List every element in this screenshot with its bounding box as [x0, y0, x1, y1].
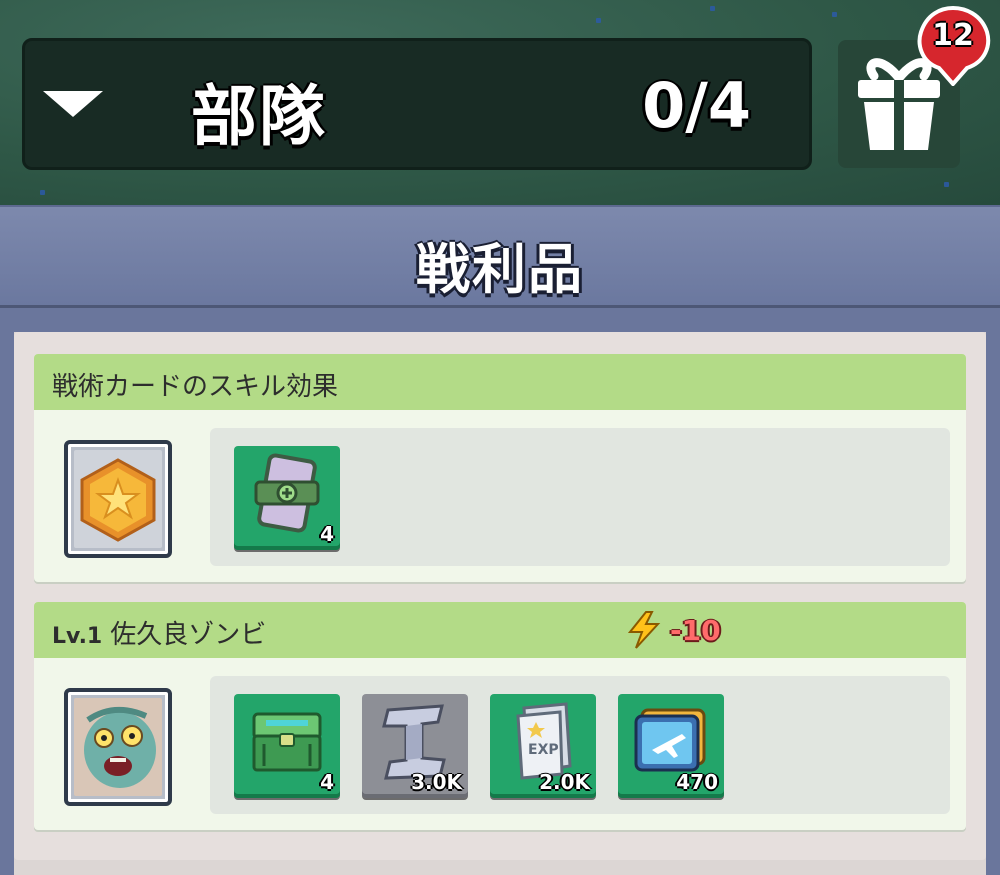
section-title: Lv.1 佐久良ゾンビ: [52, 614, 266, 651]
notification-badge: 12: [915, 4, 991, 88]
frame-left: [0, 310, 14, 875]
squad-count: 0/4: [642, 69, 751, 142]
tactic-card-icon: [254, 453, 320, 533]
tactic-card-section: 戦術カードのスキル効果 4: [34, 354, 966, 582]
section-header: Lv.1 佐久良ゾンビ -10: [34, 602, 966, 658]
item-count: 4: [320, 522, 334, 546]
level-label: Lv.1: [52, 624, 103, 649]
item-count: 2.0K: [539, 770, 590, 794]
frame-right: [986, 310, 1000, 875]
energy-cost: -10: [626, 610, 721, 650]
enemy-name: 佐久良ゾンビ: [110, 620, 267, 650]
triangle-down-icon: [43, 91, 103, 117]
zombie-portrait-icon: [74, 698, 162, 796]
frame-top: [0, 308, 1000, 332]
lightning-icon: [627, 611, 661, 649]
portrait-frame[interactable]: [64, 440, 172, 558]
reward-item[interactable]: 4: [234, 694, 340, 798]
section-header: 戦術カードのスキル効果: [34, 354, 966, 410]
svg-text:EXP: EXP: [528, 742, 559, 758]
squad-selector[interactable]: 部隊 0/4: [22, 38, 812, 170]
squad-title: 部隊: [191, 78, 327, 155]
reward-item[interactable]: EXP 2.0K: [490, 694, 596, 798]
badge-count: 12: [932, 18, 974, 53]
loot-content: 戦術カードのスキル効果 4 Lv.1 佐久良ゾンビ -10 4 3.0K EXP…: [14, 332, 986, 860]
loot-header: 戦利品: [0, 205, 1000, 305]
reward-item[interactable]: 470: [618, 694, 724, 798]
gold-star-medal-icon: [74, 450, 162, 548]
zombie-section: Lv.1 佐久良ゾンビ -10 4 3.0K EXP 2.0K 470: [34, 602, 966, 830]
reward-box: 4 3.0K EXP 2.0K 470: [210, 676, 950, 814]
section-title: 戦術カードのスキル効果: [52, 372, 339, 402]
page-title: 戦利品: [416, 238, 584, 301]
energy-value: -10: [670, 614, 721, 647]
portrait-frame[interactable]: [64, 688, 172, 806]
top-bar: 部隊 0/4 12: [0, 0, 1000, 205]
reward-item[interactable]: 4: [234, 446, 340, 550]
reward-box: 4: [210, 428, 950, 566]
item-count: 3.0K: [411, 770, 462, 794]
reward-item[interactable]: 3.0K: [362, 694, 468, 798]
supply-chest-icon: [252, 712, 322, 772]
item-count: 4: [320, 770, 334, 794]
item-count: 470: [676, 770, 718, 794]
